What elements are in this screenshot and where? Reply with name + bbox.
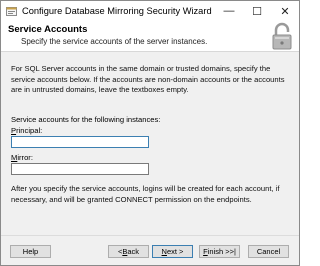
back-button[interactable]: < Back <box>108 245 149 258</box>
finish-button-rest: inish >>| <box>207 247 236 256</box>
window-title: Configure Database Mirroring Security Wi… <box>22 6 212 16</box>
maximize-button[interactable]: ☐ <box>243 1 271 21</box>
intro-text: For SQL Server accounts in the same doma… <box>11 64 285 94</box>
wizard-window: Configure Database Mirroring Security Wi… <box>0 0 300 266</box>
finish-button[interactable]: Finish >>| <box>199 245 240 258</box>
page-subtitle: Specify the service accounts of the serv… <box>21 37 208 46</box>
padlock-icon <box>271 22 293 55</box>
page-title: Service Accounts <box>8 24 88 35</box>
wizard-content: For SQL Server accounts in the same doma… <box>1 52 299 232</box>
principal-label: Principal: <box>11 126 42 135</box>
wizard-header: Service Accounts Specify the service acc… <box>1 21 299 52</box>
mirror-label: Mirror: <box>11 153 33 162</box>
wizard-icon <box>6 6 17 17</box>
mirror-label-rest: irror: <box>17 153 33 162</box>
close-button[interactable]: ✕ <box>271 1 299 21</box>
mirror-input[interactable] <box>11 163 149 175</box>
footer-divider <box>1 235 299 236</box>
minimize-button[interactable]: — <box>215 1 243 21</box>
back-button-rest: ack <box>127 247 140 256</box>
principal-label-rest: rincipal: <box>16 126 43 135</box>
next-button-rest: ext > <box>166 247 184 256</box>
next-button[interactable]: Next > <box>152 245 193 258</box>
cancel-button[interactable]: Cancel <box>248 245 289 258</box>
footer-note: After you specify the service accounts, … <box>11 184 280 204</box>
instances-label: Service accounts for the following insta… <box>11 115 161 124</box>
principal-input[interactable] <box>11 136 149 148</box>
help-button[interactable]: Help <box>10 245 51 258</box>
title-bar[interactable]: Configure Database Mirroring Security Wi… <box>1 1 299 21</box>
